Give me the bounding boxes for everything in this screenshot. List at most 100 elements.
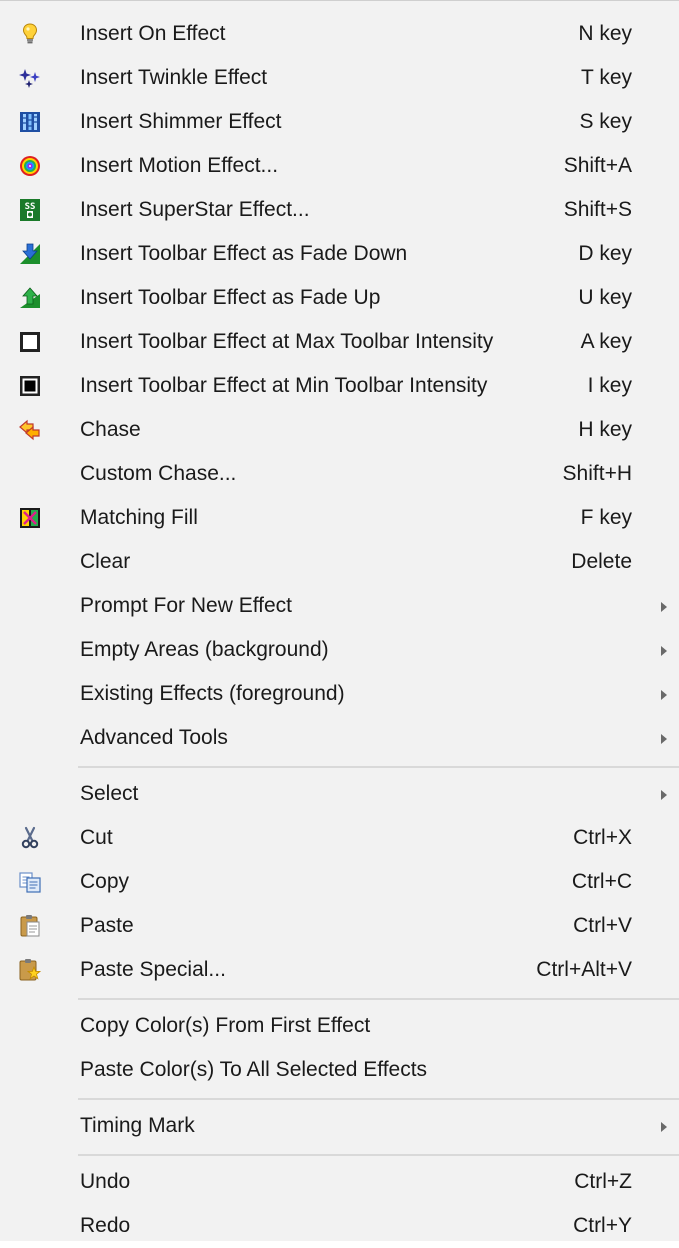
menu-item-label: Redo xyxy=(80,1214,131,1237)
submenu-arrow-icon xyxy=(661,1122,667,1132)
copy-icon xyxy=(18,870,42,894)
submenu-arrow-icon xyxy=(661,734,667,744)
submenu-arrow-icon xyxy=(661,602,667,612)
menu-item-clear[interactable]: Clear Delete xyxy=(0,540,679,584)
menu-item-label: Custom Chase... xyxy=(80,462,237,485)
menu-item-insert-toolbar-effect-at-max-toolbar-intensity[interactable]: Insert Toolbar Effect at Max Toolbar Int… xyxy=(0,320,679,364)
menu-item-shortcut: Ctrl+Y xyxy=(573,1214,632,1237)
menu-item-shortcut: Ctrl+Alt+V xyxy=(536,958,632,981)
menu-item-label: Copy xyxy=(80,870,130,893)
menu-item-label: Insert Toolbar Effect as Fade Down xyxy=(80,242,408,265)
menu-item-label: Prompt For New Effect xyxy=(80,594,293,617)
menu-item-paste[interactable]: Paste Ctrl+V xyxy=(0,904,679,948)
menu-item-insert-superstar-effect[interactable]: SS Insert SuperStar Effect... Shift+S xyxy=(0,188,679,232)
context-menu: Insert On Effect N key Insert Twinkle Effe… xyxy=(0,0,679,1241)
menu-item-timing-mark[interactable]: Timing Mark xyxy=(0,1104,679,1148)
menu-item-label: Paste xyxy=(80,914,134,937)
menu-item-insert-shimmer-effect[interactable]: Insert Shimmer Effect S key xyxy=(0,100,679,144)
menu-item-label: Insert Toolbar Effect at Min Toolbar Int… xyxy=(80,374,488,397)
menu-item-shortcut: A key xyxy=(580,330,632,353)
paste-special-icon xyxy=(18,958,42,982)
menu-item-label: Insert Shimmer Effect xyxy=(80,110,282,133)
menu-item-shortcut: H key xyxy=(578,418,632,441)
menu-item-shortcut: I key xyxy=(587,374,632,397)
menu-item-shortcut: Ctrl+C xyxy=(571,870,632,893)
menu-item-label: Paste Color(s) To All Selected Effects xyxy=(80,1058,428,1081)
menu-item-label: Insert Toolbar Effect at Max Toolbar Int… xyxy=(80,330,494,353)
menu-item-label: Insert Toolbar Effect as Fade Up xyxy=(80,286,381,309)
motion-icon xyxy=(18,154,42,178)
menu-item-shortcut: Ctrl+Z xyxy=(574,1170,632,1193)
shimmer-icon xyxy=(18,110,42,134)
menu-item-label: Insert SuperStar Effect... xyxy=(80,198,310,221)
min-intensity-icon xyxy=(18,374,42,398)
menu-item-label: Chase xyxy=(80,418,141,441)
menu-item-paste-color-s-to-all-selected-effects[interactable]: Paste Color(s) To All Selected Effects xyxy=(0,1048,679,1092)
menu-item-copy[interactable]: Copy Ctrl+C xyxy=(0,860,679,904)
menu-item-paste-special[interactable]: Paste Special... Ctrl+Alt+V xyxy=(0,948,679,992)
menu-item-redo[interactable]: Redo Ctrl+Y xyxy=(0,1204,679,1248)
menu-item-insert-toolbar-effect-as-fade-down[interactable]: Insert Toolbar Effect as Fade Down D key xyxy=(0,232,679,276)
fade-down-icon xyxy=(18,242,42,266)
svg-text:SS: SS xyxy=(25,202,36,212)
fade-up-icon xyxy=(18,286,42,310)
menu-item-empty-areas-background[interactable]: Empty Areas (background) xyxy=(0,628,679,672)
menu-separator xyxy=(78,1154,679,1156)
menu-item-shortcut: Shift+A xyxy=(563,154,632,177)
menu-item-matching-fill[interactable]: Matching Fill F key xyxy=(0,496,679,540)
menu-item-label: Advanced Tools xyxy=(80,726,228,749)
matching-fill-icon xyxy=(18,506,42,530)
twinkle-icon xyxy=(18,66,42,90)
menu-item-existing-effects-foreground[interactable]: Existing Effects (foreground) xyxy=(0,672,679,716)
menu-item-shortcut: Shift+H xyxy=(562,462,632,485)
menu-item-cut[interactable]: Cut Ctrl+X xyxy=(0,816,679,860)
menu-item-label: Empty Areas (background) xyxy=(80,638,329,661)
menu-item-label: Insert On Effect xyxy=(80,22,226,45)
menu-item-label: Undo xyxy=(80,1170,131,1193)
menu-item-label: Select xyxy=(80,782,139,805)
menu-item-insert-toolbar-effect-as-fade-up[interactable]: Insert Toolbar Effect as Fade Up U key xyxy=(0,276,679,320)
menu-separator xyxy=(78,1098,679,1100)
menu-item-custom-chase[interactable]: Custom Chase... Shift+H xyxy=(0,452,679,496)
submenu-arrow-icon xyxy=(661,690,667,700)
cut-icon xyxy=(18,826,42,850)
menu-item-shortcut: Ctrl+X xyxy=(573,826,632,849)
submenu-arrow-icon xyxy=(661,790,667,800)
menu-item-advanced-tools[interactable]: Advanced Tools xyxy=(0,716,679,760)
menu-item-label: Cut xyxy=(80,826,113,849)
menu-item-label: Existing Effects (foreground) xyxy=(80,682,345,705)
menu-item-prompt-for-new-effect[interactable]: Prompt For New Effect xyxy=(0,584,679,628)
menu-item-shortcut: N key xyxy=(578,22,632,45)
menu-item-shortcut: U key xyxy=(578,286,632,309)
menu-item-label: Clear xyxy=(80,550,131,573)
lightbulb-icon xyxy=(18,22,42,46)
menu-item-shortcut: F key xyxy=(580,506,632,529)
menu-item-shortcut: Ctrl+V xyxy=(573,914,632,937)
menu-item-insert-twinkle-effect[interactable]: Insert Twinkle Effect T key xyxy=(0,56,679,100)
menu-item-label: Matching Fill xyxy=(80,506,198,529)
menu-item-label: Timing Mark xyxy=(80,1114,195,1137)
max-intensity-icon xyxy=(18,330,42,354)
menu-item-copy-color-s-from-first-effect[interactable]: Copy Color(s) From First Effect xyxy=(0,1004,679,1048)
menu-item-label: Insert Motion Effect... xyxy=(80,154,279,177)
menu-item-insert-toolbar-effect-at-min-toolbar-intensity[interactable]: Insert Toolbar Effect at Min Toolbar Int… xyxy=(0,364,679,408)
chase-icon xyxy=(18,418,42,442)
menu-item-label: Paste Special... xyxy=(80,958,226,981)
menu-item-label: Insert Twinkle Effect xyxy=(80,66,268,89)
menu-item-insert-motion-effect[interactable]: Insert Motion Effect... Shift+A xyxy=(0,144,679,188)
menu-item-insert-on-effect[interactable]: Insert On Effect N key xyxy=(0,12,679,56)
menu-item-shortcut: Shift+S xyxy=(563,198,632,221)
superstar-icon: SS xyxy=(18,198,42,222)
menu-separator xyxy=(78,766,679,768)
menu-item-shortcut: Delete xyxy=(571,550,632,573)
paste-icon xyxy=(18,914,42,938)
menu-item-select[interactable]: Select xyxy=(0,772,679,816)
menu-item-shortcut: S key xyxy=(579,110,632,133)
menu-item-undo[interactable]: Undo Ctrl+Z xyxy=(0,1160,679,1204)
menu-item-label: Copy Color(s) From First Effect xyxy=(80,1014,371,1037)
menu-item-shortcut: D key xyxy=(578,242,632,265)
menu-item-chase[interactable]: Chase H key xyxy=(0,408,679,452)
menu-item-shortcut: T key xyxy=(581,66,632,89)
menu-separator xyxy=(78,998,679,1000)
submenu-arrow-icon xyxy=(661,646,667,656)
